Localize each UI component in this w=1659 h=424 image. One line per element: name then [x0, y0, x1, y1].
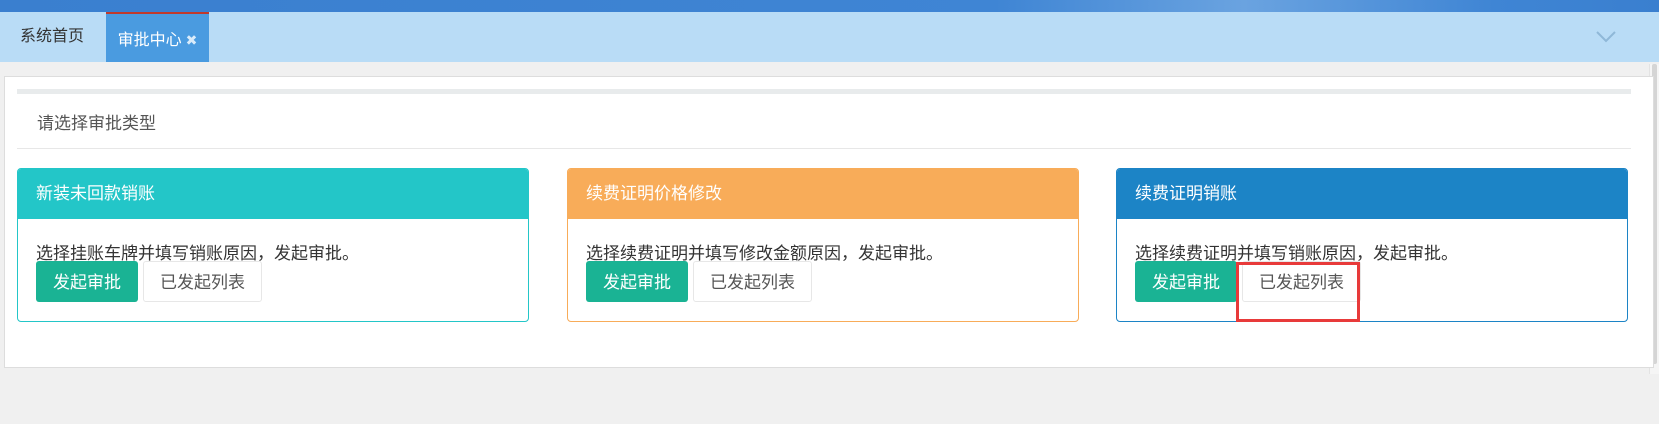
card-title: 续费证明销账	[1117, 169, 1627, 219]
tab-home[interactable]: 系统首页	[0, 12, 104, 62]
start-approval-button[interactable]: 发起审批	[586, 261, 688, 302]
card-renewal-price-change: 续费证明价格修改 选择续费证明并填写修改金额原因，发起审批。 发起审批 已发起列…	[567, 168, 1079, 322]
highlight-box	[1236, 262, 1360, 322]
tab-label: 审批中心	[117, 30, 182, 49]
close-icon[interactable]: ✖	[186, 33, 198, 49]
chevron-down-icon[interactable]	[1594, 26, 1618, 46]
tab-bar: 系统首页 审批中心 ✖	[0, 12, 1659, 62]
card-new-install-writeoff: 新装未回款销账 选择挂账车牌并填写销账原因，发起审批。 发起审批 已发起列表	[17, 168, 529, 322]
top-header-bar	[0, 0, 1659, 12]
card-title: 续费证明价格修改	[568, 169, 1078, 219]
approval-type-panel: 请选择审批类型 新装未回款销账 选择挂账车牌并填写销账原因，发起审批。 发起审批…	[4, 76, 1654, 368]
panel-top-strip	[17, 89, 1631, 94]
tab-approval-center[interactable]: 审批中心 ✖	[106, 12, 209, 62]
divider	[17, 148, 1631, 149]
submitted-list-button[interactable]: 已发起列表	[143, 261, 262, 302]
card-renewal-writeoff: 续费证明销账 选择续费证明并填写销账原因，发起审批。 发起审批 已发起列表	[1116, 168, 1628, 322]
start-approval-button[interactable]: 发起审批	[1135, 261, 1237, 302]
submitted-list-button[interactable]: 已发起列表	[693, 261, 812, 302]
start-approval-button[interactable]: 发起审批	[36, 261, 138, 302]
card-title: 新装未回款销账	[18, 169, 528, 219]
page-title: 请选择审批类型	[37, 114, 156, 134]
